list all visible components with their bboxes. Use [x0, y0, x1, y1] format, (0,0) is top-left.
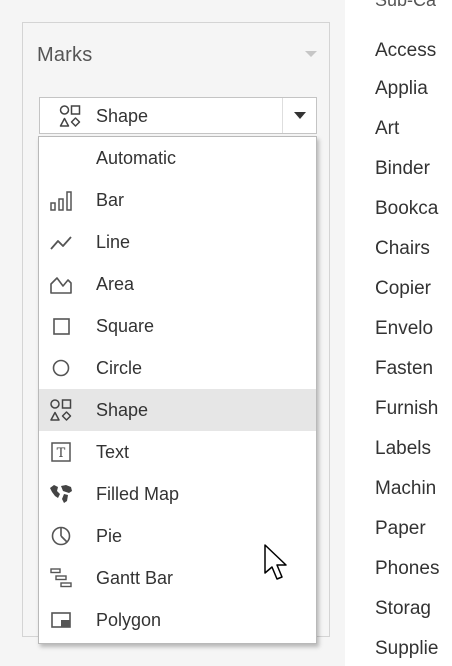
menu-item-label: Bar	[96, 190, 125, 210]
menu-item-label: Polygon	[96, 610, 162, 630]
list-item[interactable]: Envelo	[375, 318, 433, 340]
svg-text:T: T	[57, 446, 66, 461]
mark-type-menu: Automatic Bar Line Area Square Circle Sh…	[38, 136, 317, 644]
mouse-cursor-icon	[264, 544, 287, 580]
menu-item-square[interactable]: Square	[39, 305, 316, 347]
shape-icon	[50, 399, 72, 421]
list-item[interactable]: Supplie	[375, 638, 438, 660]
marks-card-title: Marks	[37, 44, 93, 66]
list-item[interactable]: Furnish	[375, 398, 438, 420]
line-icon	[50, 236, 72, 250]
filled-map-icon	[50, 485, 72, 503]
mark-type-selected-label: Shape	[96, 106, 149, 126]
menu-item-label: Line	[96, 232, 131, 252]
sub-category-header: Sub-Ca	[375, 0, 437, 10]
bar-icon	[50, 191, 72, 211]
menu-item-label: Gantt Bar	[96, 568, 174, 588]
menu-item-bar[interactable]: Bar	[39, 179, 316, 221]
gantt-bar-icon	[50, 568, 72, 588]
menu-item-automatic[interactable]: Automatic	[39, 137, 316, 179]
circle-icon	[52, 359, 70, 377]
mark-type-dropdown[interactable]: Shape	[39, 97, 317, 134]
menu-item-polygon[interactable]: Polygon	[39, 599, 316, 641]
list-item[interactable]: Fasten	[375, 358, 433, 380]
menu-item-circle[interactable]: Circle	[39, 347, 316, 389]
menu-item-label: Area	[96, 274, 135, 294]
menu-item-label: Text	[96, 442, 130, 462]
menu-item-label: Circle	[96, 358, 143, 378]
pie-icon	[51, 526, 71, 546]
square-icon	[53, 318, 70, 335]
marks-card-menu-arrow-icon[interactable]	[305, 51, 317, 57]
list-item[interactable]: Machin	[375, 478, 436, 500]
menu-item-label: Pie	[96, 526, 123, 546]
menu-item-label: Automatic	[96, 148, 177, 168]
list-item[interactable]: Paper	[375, 518, 426, 540]
menu-item-filled-map[interactable]: Filled Map	[39, 473, 316, 515]
sub-category-list: Sub-Ca Access Applia Art Binder Bookca C…	[375, 0, 452, 666]
list-item[interactable]: Applia	[375, 78, 428, 100]
list-item[interactable]: Binder	[375, 158, 430, 180]
menu-item-label: Shape	[96, 400, 149, 420]
list-item[interactable]: Copier	[375, 278, 431, 300]
polygon-icon	[51, 612, 71, 628]
area-icon	[50, 277, 72, 294]
list-item[interactable]: Bookca	[375, 198, 438, 220]
menu-item-area[interactable]: Area	[39, 263, 316, 305]
menu-item-label: Filled Map	[96, 484, 180, 504]
text-icon: T	[51, 442, 71, 462]
list-item[interactable]: Phones	[375, 558, 439, 580]
list-item[interactable]: Chairs	[375, 238, 430, 260]
list-item[interactable]: Art	[375, 118, 399, 140]
menu-item-label: Square	[96, 316, 155, 336]
list-item[interactable]: Storag	[375, 598, 431, 620]
menu-item-line[interactable]: Line	[39, 221, 316, 263]
chevron-down-icon[interactable]	[282, 98, 316, 133]
menu-item-text[interactable]: T Text	[39, 431, 316, 473]
shape-icon	[59, 105, 81, 127]
menu-item-shape[interactable]: Shape	[39, 389, 316, 431]
list-item[interactable]: Access	[375, 40, 436, 62]
list-item[interactable]: Labels	[375, 438, 431, 460]
